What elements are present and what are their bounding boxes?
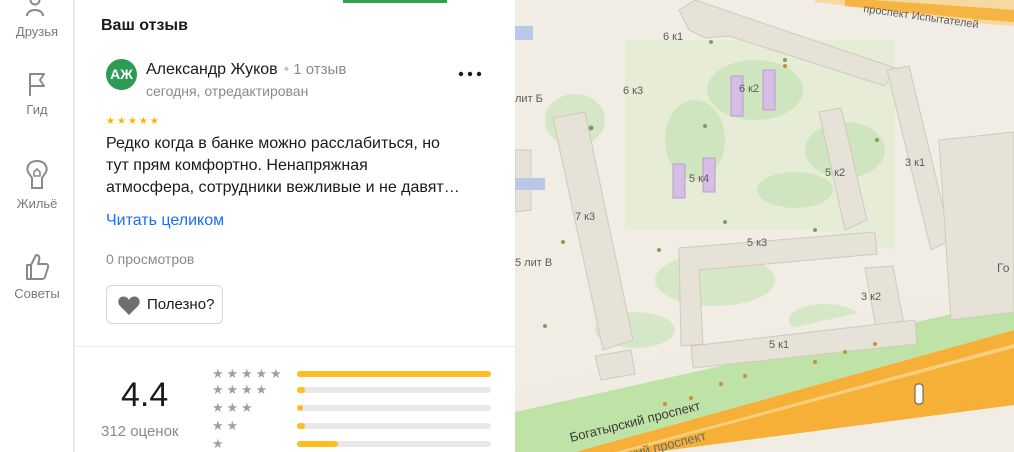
map-building-label: лит Б (515, 93, 543, 105)
rating-row-stars: ★ (212, 437, 292, 451)
rating-row-stars: ★ ★ (212, 419, 292, 433)
more-dots-icon (458, 71, 482, 77)
map-view[interactable]: проспект Испытателей 6 к1 6 к2 6 к3 лит … (514, 0, 1014, 452)
rating-bar-track (297, 387, 491, 393)
star-icon: ★ (226, 400, 239, 415)
thumbs-up-icon (26, 254, 50, 280)
rating-row-stars: ★ ★ ★ ★ (212, 383, 292, 397)
star-icon: ★ (212, 382, 224, 397)
rating-bar-fill (297, 441, 338, 447)
rating-bar-track (297, 371, 491, 377)
sidebar-item-label: Друзья (15, 24, 59, 39)
rating-score: 4.4 (121, 376, 169, 414)
rating-distribution-row: ★ ★ ★ ★ (212, 383, 492, 397)
review-rating-stars: ★ ★ ★ ★ ★ (106, 117, 159, 127)
author-name[interactable]: Александр Жуков (146, 61, 278, 78)
rating-bar-track (297, 423, 491, 429)
sidebar-nav: Друзья Гид Жильё Советы (0, 0, 74, 452)
author-review-count: 1 отзыв (293, 61, 347, 78)
star-icon: ★ (116, 116, 126, 127)
star-icon: ★ (241, 400, 253, 415)
star-icon: ★ (241, 382, 253, 397)
star-icon: ★ (212, 418, 224, 433)
star-icon: ★ (241, 366, 253, 381)
useful-button[interactable]: Полезно? (106, 285, 224, 324)
map-building-label: 7 к3 (575, 211, 595, 223)
avatar[interactable]: АЖ (106, 59, 137, 90)
sidebar-item-housing[interactable]: Жильё (0, 158, 74, 211)
star-icon: ★ (226, 366, 239, 381)
review-panel: Ваш отзыв АЖ Александр Жуков • 1 отзыв сег… (75, 0, 515, 452)
views-count: 0 просмотров (106, 251, 195, 267)
rating-bar-fill (297, 405, 303, 411)
map-building-label: 3 к2 (861, 291, 881, 303)
rating-distribution-row: ★ ★ ★ ★ ★ (212, 367, 492, 381)
map-building-label: 5 к2 (825, 167, 845, 179)
map-building-label: 6 к3 (623, 85, 643, 97)
sidebar-item-friends[interactable]: Друзья (0, 0, 74, 39)
sidebar-item-label: Советы (14, 286, 60, 301)
star-icon: ★ (255, 382, 268, 397)
review-text: Редко когда в банке можно расслабиться, … (106, 133, 496, 199)
rating-distribution-row: ★ (212, 437, 492, 451)
house-icon (26, 159, 48, 189)
section-title: Ваш отзыв (101, 17, 188, 34)
star-icon: ★ (106, 116, 115, 127)
divider (75, 346, 515, 347)
map-building-label: 3 к1 (905, 157, 925, 169)
star-icon: ★ (212, 400, 224, 415)
separator-dot: • (283, 61, 290, 78)
more-options-button[interactable] (455, 64, 485, 84)
read-more-link[interactable]: Читать целиком (106, 212, 224, 230)
map-building-label: 5 к1 (769, 339, 789, 351)
rating-bar-fill (297, 371, 491, 377)
map-building-label: 6 к1 (663, 31, 683, 43)
flag-icon (29, 73, 45, 96)
sidebar-item-label: Гид (26, 102, 48, 117)
review-text-line: атмосфера, сотрудники вежливые и не давя… (106, 179, 460, 196)
review-text-line: тут прям комфортно. Ненапряжная (106, 157, 368, 174)
friends-icon (26, 0, 44, 17)
review-text-line: Редко когда в банке можно расслабиться, … (106, 135, 440, 152)
sidebar-item-label: Жильё (16, 196, 58, 211)
rating-distribution-row: ★ ★ (212, 419, 492, 433)
map-building-label: 5 к3 (747, 237, 767, 249)
rating-distribution-row: ★ ★ ★ (212, 401, 492, 415)
rating-bar-fill (297, 423, 305, 429)
rating-bar-fill (297, 387, 305, 393)
map-building-label: 6 к2 (739, 83, 759, 95)
rating-bar-track (297, 441, 491, 447)
star-icon: ★ (127, 116, 137, 127)
map-canvas[interactable]: проспект Испытателей 6 к1 6 к2 6 к3 лит … (514, 0, 1014, 452)
map-building-label: Го (997, 261, 1010, 275)
rating-row-stars: ★ ★ ★ ★ ★ (212, 367, 292, 381)
review-date: сегодня, отредактирован (146, 83, 309, 99)
rating-row-stars: ★ ★ ★ (212, 401, 292, 415)
review-author: Александр Жуков • 1 отзыв (146, 61, 346, 79)
map-building-label: 5 к4 (689, 173, 709, 185)
rating-bar-track (297, 405, 491, 411)
sidebar-item-tips[interactable]: Советы (0, 252, 74, 301)
star-icon: ★ (255, 366, 268, 381)
rating-count: 312 оценок (101, 423, 179, 440)
useful-label: Полезно? (147, 296, 215, 313)
star-icon: ★ (212, 436, 224, 451)
star-icon: ★ (138, 116, 148, 127)
traffic-light-icon (914, 383, 924, 405)
star-icon: ★ (212, 366, 224, 381)
app-root: Друзья Гид Жильё Советы Ваш отзыв АЖ Але… (0, 0, 1014, 452)
map-building-label: 5 лит В (515, 257, 552, 269)
tab-indicator (343, 0, 447, 3)
star-icon: ★ (226, 382, 239, 397)
star-icon: ★ (149, 116, 159, 127)
star-icon: ★ (226, 418, 239, 433)
heart-icon (118, 295, 140, 315)
star-icon: ★ (270, 366, 282, 381)
sidebar-item-guide[interactable]: Гид (0, 70, 74, 117)
